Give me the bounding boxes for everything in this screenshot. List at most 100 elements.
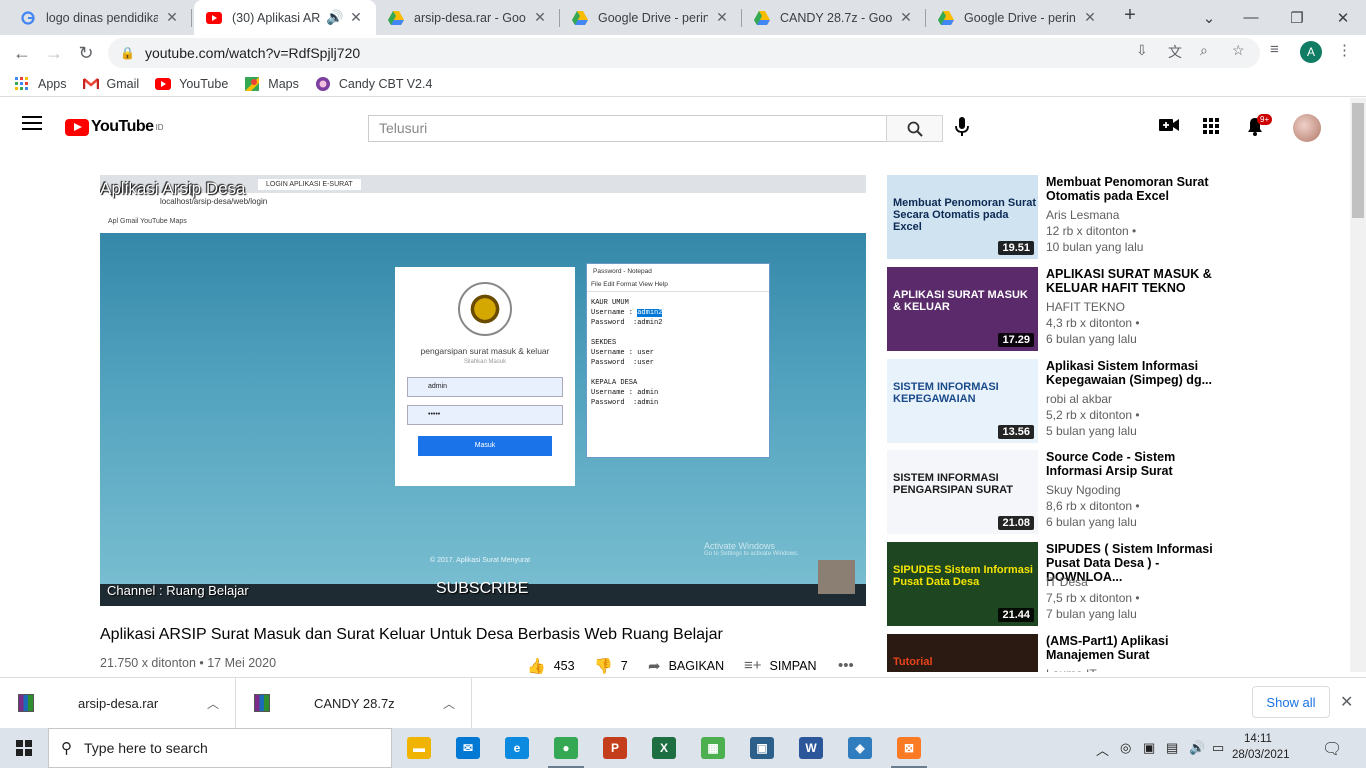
chrome-menu-icon[interactable]: ⋮ bbox=[1337, 41, 1352, 59]
taskbar-app-excel[interactable]: X bbox=[640, 728, 688, 768]
network-icon[interactable]: ▤ bbox=[1166, 740, 1178, 756]
recommended-channel[interactable]: Lauma IT bbox=[1046, 667, 1097, 672]
menu-icon[interactable] bbox=[22, 116, 42, 134]
taskbar-app-photos[interactable]: ▣ bbox=[738, 728, 786, 768]
recommended-channel[interactable]: Aris Lesmana bbox=[1046, 208, 1119, 222]
taskbar-app-powerpoint[interactable]: P bbox=[591, 728, 639, 768]
taskbar-app-xampp[interactable]: ⊠ bbox=[885, 728, 933, 768]
tab-arsip-desa-drive[interactable]: arsip-desa.rar - Google ✕ bbox=[376, 0, 560, 35]
like-button[interactable]: 👍 453 bbox=[527, 657, 575, 675]
recommended-title[interactable]: (AMS-Part1) Aplikasi Manajemen Surat bbox=[1046, 634, 1227, 662]
video-thumbnail[interactable]: SIPUDES Sistem Informasi Pusat Data Desa… bbox=[887, 542, 1038, 626]
scrollbar-thumb[interactable] bbox=[1352, 103, 1364, 218]
volume-icon[interactable]: 🔊 bbox=[1189, 740, 1205, 756]
video-thumbnail[interactable]: Membuat Penomoran Surat Secara Otomatis … bbox=[887, 175, 1038, 259]
close-tab-icon[interactable]: ✕ bbox=[1082, 9, 1098, 26]
taskbar-app-mail[interactable]: ✉ bbox=[444, 728, 492, 768]
taskbar-app-word[interactable]: W bbox=[787, 728, 835, 768]
recommended-title[interactable]: Membuat Penomoran Surat Otomatis pada Ex… bbox=[1046, 175, 1231, 203]
recommended-channel[interactable]: Skuy Ngoding bbox=[1046, 483, 1121, 497]
chevron-up-icon[interactable]: ︿ bbox=[443, 695, 455, 712]
install-icon[interactable]: ⇩ bbox=[1136, 42, 1148, 59]
dislike-button[interactable]: 👎 7 bbox=[594, 657, 628, 675]
tab-aplikasi-arsip[interactable]: (30) Aplikasi ARSIP 🔊 ✕ bbox=[194, 0, 376, 35]
meet-now-icon[interactable]: ◎ bbox=[1120, 740, 1131, 756]
video-thumbnail[interactable]: SISTEM INFORMASI PENGARSIPAN SURAT 21.08 bbox=[887, 450, 1038, 534]
create-video-icon[interactable] bbox=[1159, 118, 1179, 137]
tab-logo-dinas[interactable]: logo dinas pendidikan ✕ bbox=[8, 0, 192, 35]
recommended-video[interactable]: Tutorial (AMS-Part1) Aplikasi Manajemen S… bbox=[887, 634, 1227, 672]
recommended-video[interactable]: SISTEM INFORMASI KEPEGAWAIAN 13.56 Aplikas… bbox=[887, 359, 1227, 443]
recommended-video[interactable]: SISTEM INFORMASI PENGARSIPAN SURAT 21.08 S… bbox=[887, 450, 1227, 534]
forward-button[interactable]: → bbox=[40, 39, 68, 67]
close-tab-icon[interactable]: ✕ bbox=[532, 9, 548, 26]
bookmark-candy[interactable]: Candy CBT V2.4 bbox=[315, 76, 432, 92]
video-thumbnail[interactable]: APLIKASI SURAT MASUK & KELUAR 17.29 bbox=[887, 267, 1038, 351]
recommended-title[interactable]: APLIKASI SURAT MASUK & KELUAR HAFIT TEKN… bbox=[1046, 267, 1231, 295]
taskbar-app-edge[interactable]: e bbox=[493, 728, 541, 768]
chevron-up-icon[interactable]: ︿ bbox=[207, 695, 219, 712]
mic-icon[interactable] bbox=[955, 117, 969, 142]
show-all-downloads-button[interactable]: Show all bbox=[1252, 686, 1330, 718]
tray-overflow-icon[interactable]: ︿ bbox=[1096, 740, 1109, 759]
download-item-arsip[interactable]: arsip-desa.rar ︿ bbox=[0, 678, 236, 728]
start-button[interactable] bbox=[0, 728, 48, 768]
action-center-icon[interactable]: 🗨 bbox=[1322, 739, 1342, 759]
taskbar-app-file-explorer[interactable]: ▬ bbox=[395, 728, 443, 768]
close-tab-icon[interactable]: ✕ bbox=[714, 9, 730, 26]
device-icon[interactable]: ▣ bbox=[1143, 740, 1155, 756]
recommended-channel[interactable]: HAFIT TEKNO bbox=[1046, 300, 1125, 314]
page-scrollbar[interactable] bbox=[1350, 98, 1366, 672]
minimize-button[interactable]: — bbox=[1228, 0, 1274, 35]
tab-candy-drive[interactable]: CANDY 28.7z - Google ✕ bbox=[742, 0, 926, 35]
bookmark-youtube[interactable]: YouTube bbox=[155, 76, 228, 92]
address-bar[interactable]: 🔒 youtube.com/watch?v=RdfSpjlj720 bbox=[108, 38, 1260, 68]
recommended-video[interactable]: SIPUDES Sistem Informasi Pusat Data Desa… bbox=[887, 542, 1227, 626]
taskbar-search-box[interactable]: ⚲ Type here to search bbox=[48, 728, 392, 768]
close-tab-icon[interactable]: ✕ bbox=[348, 9, 364, 26]
reload-button[interactable]: ↻ bbox=[72, 39, 100, 67]
search-input[interactable]: Telusuri bbox=[368, 115, 888, 142]
recommended-video[interactable]: APLIKASI SURAT MASUK & KELUAR 17.29 APLIKA… bbox=[887, 267, 1227, 351]
translate-icon[interactable]: 文 bbox=[1168, 42, 1182, 62]
youtube-logo[interactable]: YouTube ID bbox=[65, 118, 164, 136]
taskbar-app-spreadsheet[interactable]: ▦ bbox=[689, 728, 737, 768]
taskbar-app-chrome[interactable]: ● bbox=[542, 728, 590, 768]
recommended-channel[interactable]: robi al akbar bbox=[1046, 392, 1112, 406]
reading-list-icon[interactable]: ≡ bbox=[1270, 41, 1279, 58]
recommended-title[interactable]: Source Code - Sistem Informasi Arsip Sur… bbox=[1046, 450, 1231, 478]
back-button[interactable]: ← bbox=[8, 39, 36, 67]
ime-icon[interactable]: ▭ bbox=[1212, 740, 1224, 756]
video-thumbnail[interactable]: SISTEM INFORMASI KEPEGAWAIAN 13.56 bbox=[887, 359, 1038, 443]
new-tab-button[interactable]: + bbox=[1118, 4, 1142, 30]
recommended-title[interactable]: Aplikasi Sistem Informasi Kepegawaian (S… bbox=[1046, 359, 1231, 387]
tab-google-drive-1[interactable]: Google Drive - peringk ✕ bbox=[560, 0, 742, 35]
restore-button[interactable]: ❐ bbox=[1274, 0, 1320, 35]
close-tab-icon[interactable]: ✕ bbox=[898, 9, 914, 26]
save-button[interactable]: ≡+ SIMPAN bbox=[744, 657, 817, 674]
bookmark-maps[interactable]: Maps bbox=[244, 76, 299, 92]
taskbar-app-virtualbox[interactable]: ◈ bbox=[836, 728, 884, 768]
apps-icon[interactable] bbox=[1203, 118, 1219, 139]
zoom-icon[interactable]: ⌕ bbox=[1200, 42, 1208, 59]
subscribe-overlay[interactable]: SUBSCRIBE bbox=[436, 580, 528, 598]
speaker-icon[interactable]: 🔊 bbox=[326, 9, 343, 26]
bookmark-star-icon[interactable]: ☆ bbox=[1232, 42, 1245, 59]
close-tab-icon[interactable]: ✕ bbox=[164, 9, 180, 26]
bookmark-apps[interactable]: Apps bbox=[14, 76, 67, 92]
taskbar-clock[interactable]: 14:11 28/03/2021 bbox=[1232, 731, 1290, 763]
video-thumbnail[interactable]: Tutorial bbox=[887, 634, 1038, 672]
share-button[interactable]: ➦ BAGIKAN bbox=[648, 657, 724, 675]
profile-avatar[interactable]: A bbox=[1300, 41, 1322, 63]
download-item-candy[interactable]: CANDY 28.7z ︿ bbox=[236, 678, 472, 728]
close-window-button[interactable]: ✕ bbox=[1320, 0, 1366, 35]
tab-search-button[interactable]: ⌄ bbox=[1186, 0, 1232, 35]
bookmark-gmail[interactable]: Gmail bbox=[82, 76, 139, 92]
video-player[interactable]: LOGIN APLIKASI E-SURAT localhost/arsip-d… bbox=[100, 175, 866, 606]
close-downloads-icon[interactable]: ✕ bbox=[1340, 692, 1353, 712]
account-avatar[interactable] bbox=[1293, 114, 1321, 142]
tab-google-drive-2[interactable]: Google Drive - peringk ✕ bbox=[926, 0, 1110, 35]
recommended-video[interactable]: Membuat Penomoran Surat Secara Otomatis … bbox=[887, 175, 1227, 259]
search-button[interactable] bbox=[886, 115, 943, 142]
more-actions-button[interactable]: ••• bbox=[838, 657, 862, 674]
